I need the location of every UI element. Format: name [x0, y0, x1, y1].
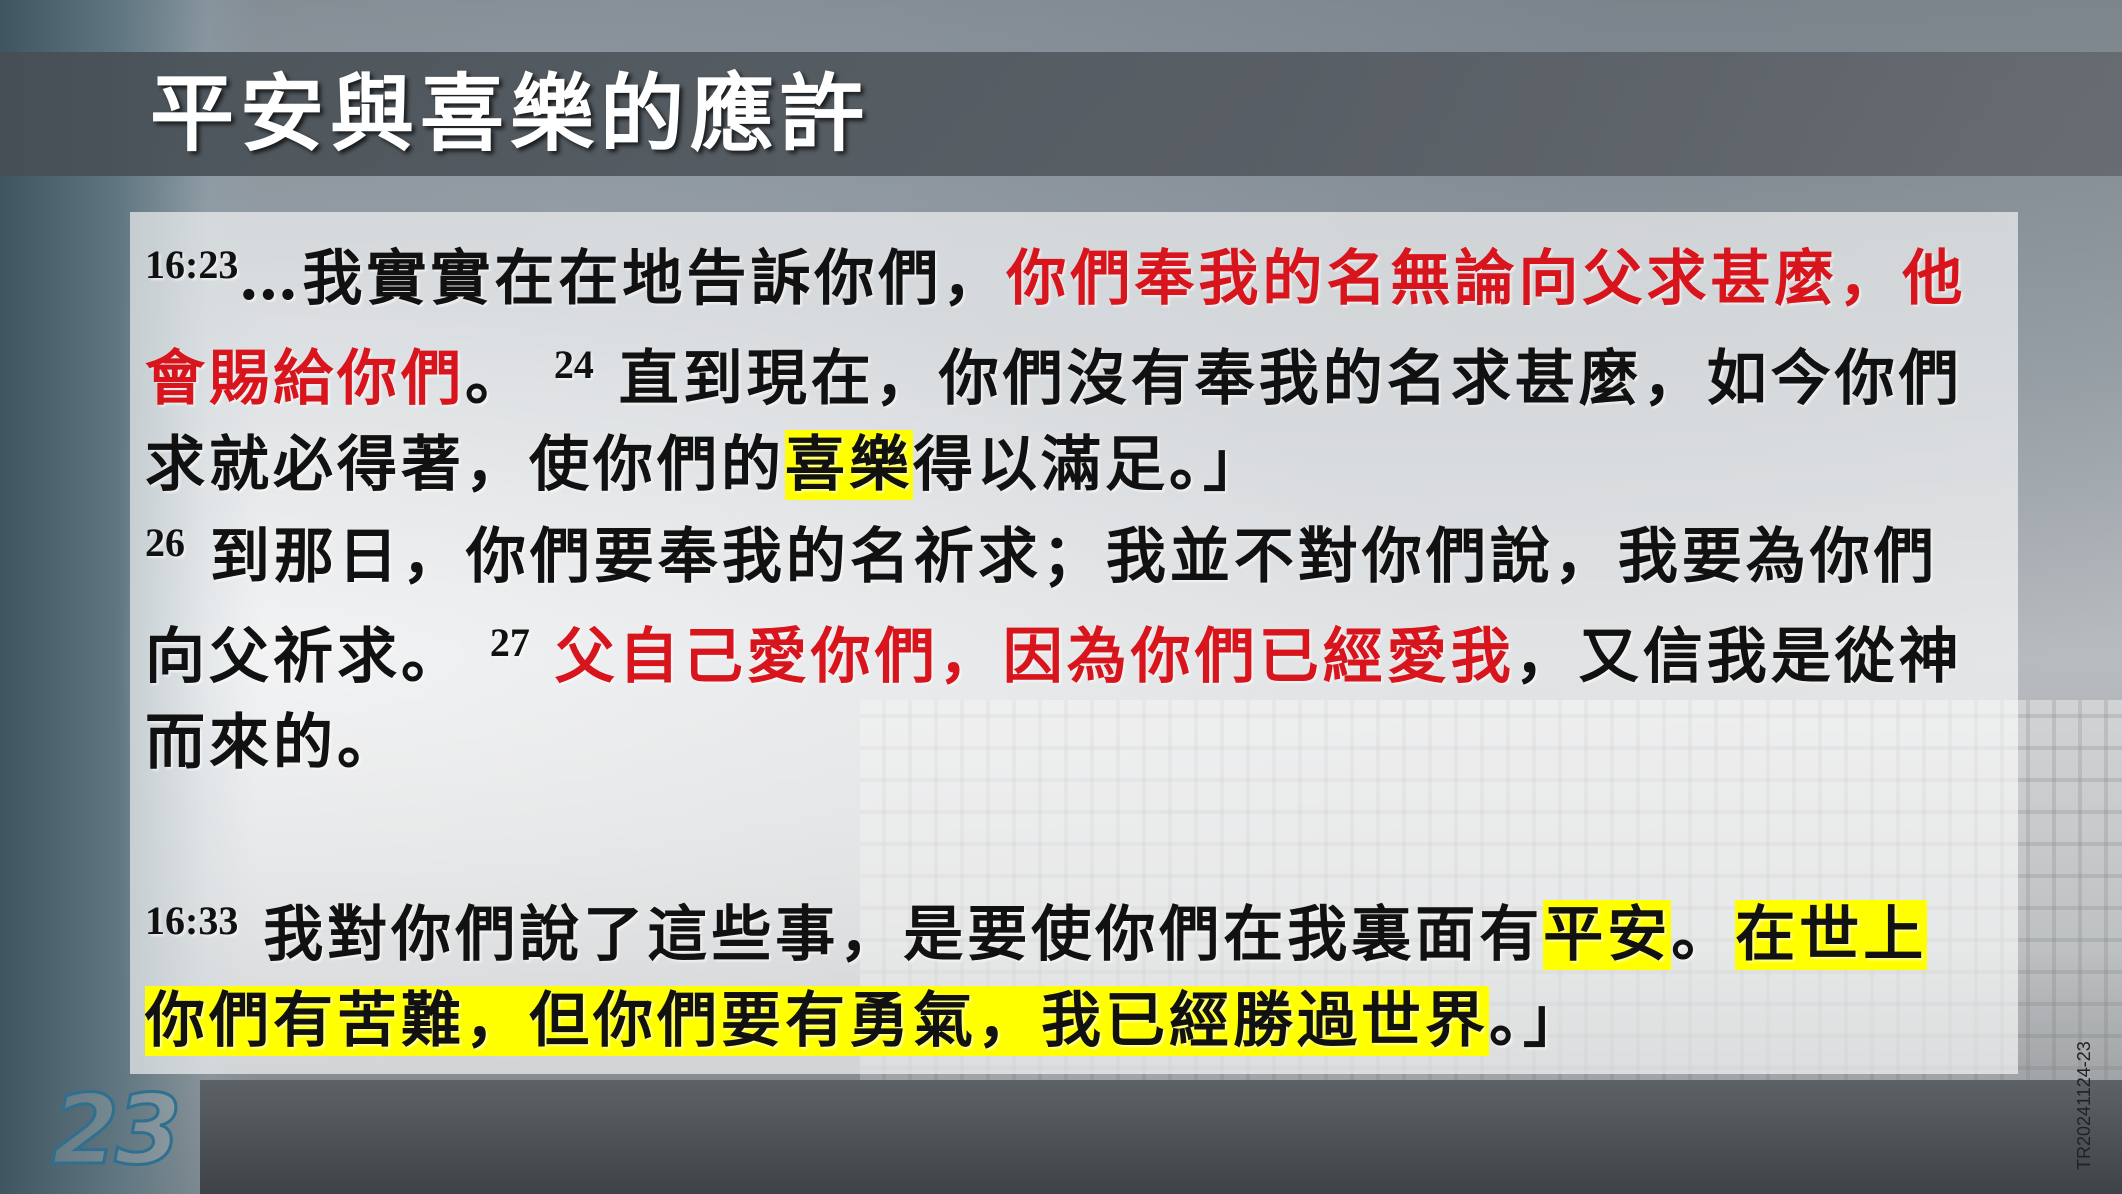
passage-16-26: 26 到那日，你們要奉我的名祈求；我並不對你們說，我要為你們向父祈求。 27 父…	[145, 500, 1985, 786]
verse-number-24: 24	[553, 342, 594, 387]
slide-title: 平安與喜樂的應許	[150, 64, 871, 163]
verse-ref-16-33: 16:33	[145, 898, 239, 943]
verse-ref-16-23: 16:23	[145, 242, 239, 287]
slide-number: 23	[51, 1074, 184, 1186]
passage-text: 。	[1671, 900, 1736, 970]
highlighted-text-joy: 喜樂	[785, 430, 913, 500]
slide-code: TR20241124-23	[2074, 1041, 2094, 1170]
passage-16-33: 16:33 我對你們說了這些事，是要使你們在我裏面有平安。在世上你們有苦難，但你…	[145, 878, 1985, 1064]
highlighted-text-peace: 平安	[1543, 900, 1672, 970]
passage-text: …我實實在在地告訴你們，	[238, 244, 1007, 314]
verse-number-27: 27	[489, 620, 530, 665]
passage-16-23: 16:23…我實實在在地告訴你們，你們奉我的名無論向父求甚麼，他會賜給你們。 2…	[145, 222, 1985, 508]
passage-text: 。」	[1489, 986, 1587, 1056]
verse-number-26: 26	[145, 520, 185, 565]
passage-text: 得以滿足。」	[913, 430, 1267, 500]
red-passage-text: 父自己愛你們，因為你們已經愛我	[529, 622, 1515, 692]
background-road	[200, 1080, 2122, 1194]
passage-text: 。	[465, 344, 554, 414]
passage-text: 我對你們說了這些事，是要使你們在我裏面有	[238, 900, 1544, 970]
